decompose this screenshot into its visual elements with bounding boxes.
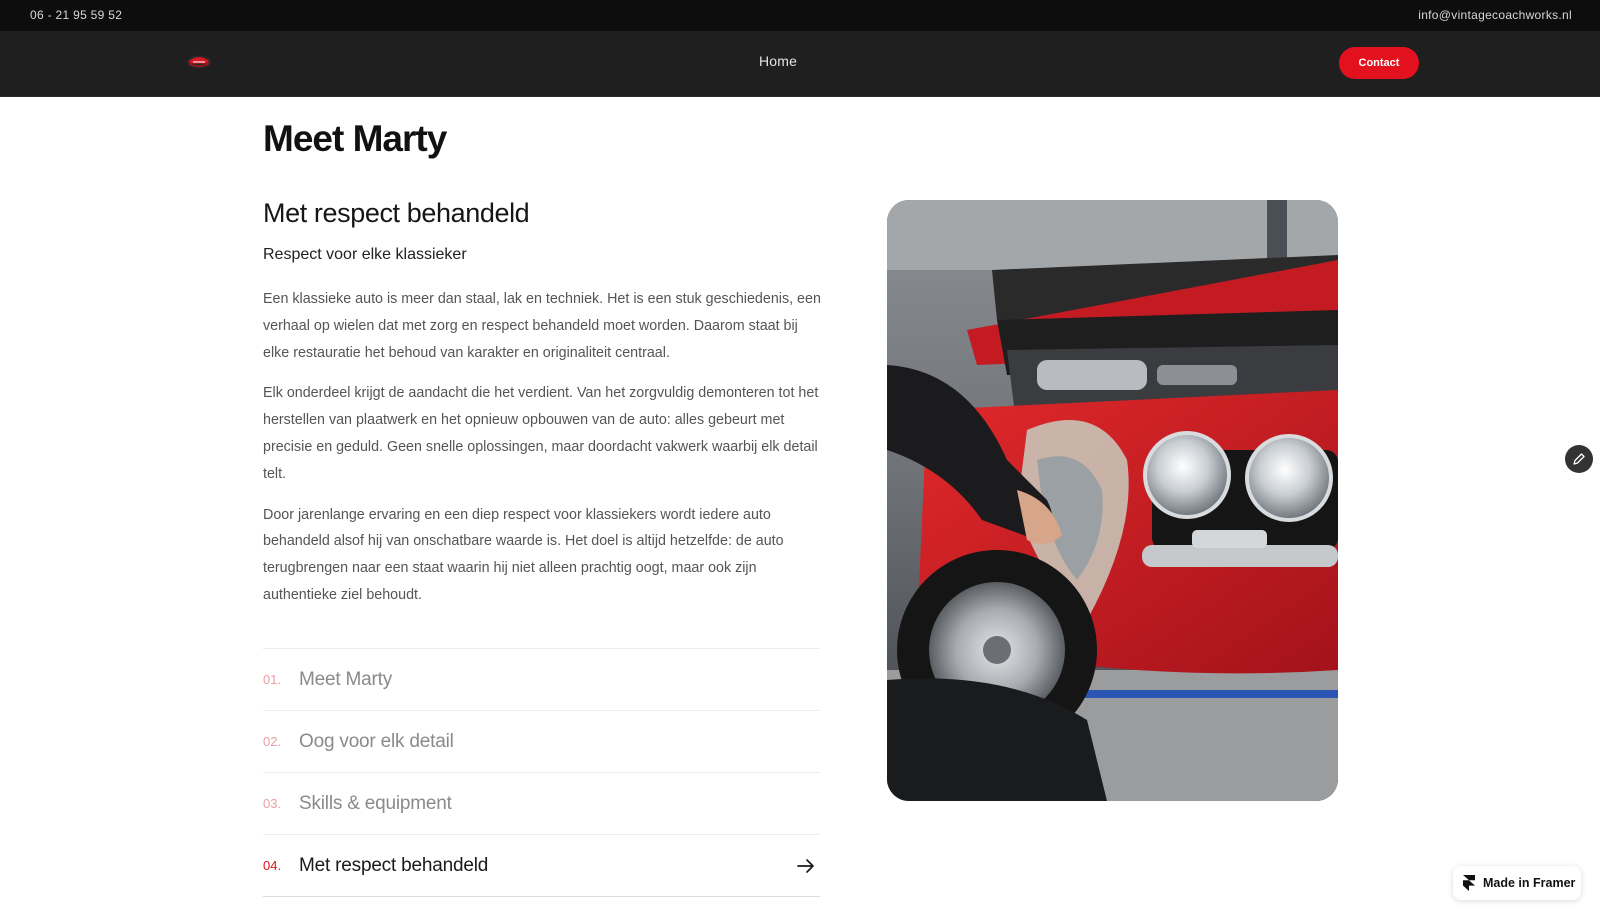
- email-address[interactable]: info@vintagecoachworks.nl: [1418, 8, 1572, 22]
- tab-number: 02.: [263, 734, 282, 749]
- body-paragraph: Elk onderdeel krijgt de aandacht die het…: [263, 385, 819, 482]
- section-body: Een klassieke auto is meer dan staal, la…: [263, 286, 823, 623]
- tab-meet-marty[interactable]: 01. Meet Marty: [263, 649, 820, 711]
- tab-met-respect-behandeld[interactable]: 04. Met respect behandeld: [263, 835, 820, 897]
- tab-label: Meet Marty: [299, 668, 393, 690]
- section-tab-list: 01. Meet Marty 02. Oog voor elk detail 0…: [263, 648, 820, 897]
- vintage-car-badge-icon: [187, 55, 211, 69]
- arrow-right-icon[interactable]: [796, 856, 816, 876]
- top-info-bar: 06 - 21 95 59 52 info@vintagecoachworks.…: [0, 0, 1600, 31]
- tab-oog-voor-elk-detail[interactable]: 02. Oog voor elk detail: [263, 711, 820, 773]
- pencil-icon: [1573, 453, 1585, 465]
- red-classic-car-restoration-photo: [887, 200, 1338, 801]
- edit-button[interactable]: [1565, 445, 1593, 473]
- tab-number: 04.: [263, 858, 282, 873]
- framer-logo-icon: [1463, 875, 1475, 891]
- site-logo[interactable]: [186, 53, 212, 71]
- contact-button[interactable]: Contact: [1339, 47, 1419, 79]
- tab-skills-equipment[interactable]: 03. Skills & equipment: [263, 773, 820, 835]
- section-subtitle: Respect voor elke klassieker: [263, 246, 467, 263]
- tab-label: Oog voor elk detail: [299, 730, 454, 752]
- car-photo-illustration: [887, 200, 1338, 801]
- body-paragraph: Door jarenlange ervaring en een diep res…: [263, 506, 784, 603]
- tab-number: 01.: [263, 672, 282, 687]
- page-title: Meet Marty: [263, 118, 447, 159]
- tab-label: Skills & equipment: [299, 792, 452, 814]
- section-title: Met respect behandeld: [263, 198, 530, 228]
- tab-label: Met respect behandeld: [299, 854, 489, 876]
- nav-home-link[interactable]: Home: [759, 53, 797, 69]
- framer-badge-label: Made in Framer: [1483, 876, 1576, 890]
- made-in-framer-badge[interactable]: Made in Framer: [1453, 866, 1581, 900]
- tab-number: 03.: [263, 796, 282, 811]
- phone-number[interactable]: 06 - 21 95 59 52: [30, 8, 122, 22]
- body-paragraph: Een klassieke auto is meer dan staal, la…: [263, 291, 821, 361]
- main-navbar: Home Contact: [0, 31, 1600, 97]
